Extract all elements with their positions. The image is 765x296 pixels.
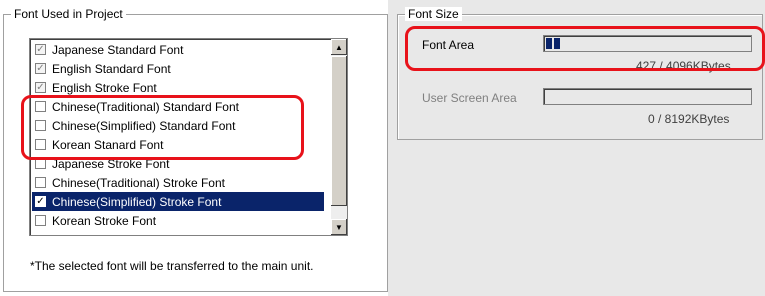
transfer-note: *The selected font will be transferred t… <box>30 259 314 273</box>
scrollbar-thumb[interactable] <box>331 56 347 206</box>
font-item-chinese-simplified-stroke[interactable]: ✓ Chinese(Simplified) Stroke Font <box>32 192 324 211</box>
checkbox[interactable] <box>35 177 46 188</box>
font-item-label: Korean Stroke Font <box>52 213 157 228</box>
font-item-english-standard[interactable]: ✓ English Standard Font <box>32 59 324 78</box>
font-item-label: English Standard Font <box>52 61 171 76</box>
checkbox[interactable] <box>35 215 46 226</box>
scroll-up-icon[interactable]: ▲ <box>331 39 347 55</box>
user-screen-area-label: User Screen Area <box>422 91 517 105</box>
font-item-label: Chinese(Simplified) Stroke Font <box>52 194 222 209</box>
font-item-japanese-standard[interactable]: ✓ Japanese Standard Font <box>32 40 324 59</box>
scroll-down-icon[interactable]: ▼ <box>331 219 347 235</box>
font-item-chinese-traditional-stroke[interactable]: Chinese(Traditional) Stroke Font <box>32 173 324 192</box>
user-screen-area-meter <box>543 88 752 105</box>
font-used-title: Font Used in Project <box>11 7 126 21</box>
font-item-label: Chinese(Traditional) Stroke Font <box>52 175 225 190</box>
checkbox-checked-disabled: ✓ <box>35 43 46 55</box>
annotation-highlight-fonts <box>21 95 304 160</box>
font-size-title: Font Size <box>405 7 462 21</box>
font-item-label: Japanese Standard Font <box>52 42 184 57</box>
font-item-label: English Stroke Font <box>52 80 157 95</box>
checkbox-checked-disabled: ✓ <box>35 62 46 74</box>
list-scrollbar[interactable]: ▲ ▼ <box>331 39 347 235</box>
user-screen-area-value: 0 / 8192KBytes <box>648 112 730 126</box>
checkbox-checked-disabled: ✓ <box>35 81 46 93</box>
checkbox-checked[interactable]: ✓ <box>35 196 46 207</box>
font-item-korean-stroke[interactable]: Korean Stroke Font <box>32 211 324 230</box>
annotation-highlight-font-area <box>405 26 765 71</box>
